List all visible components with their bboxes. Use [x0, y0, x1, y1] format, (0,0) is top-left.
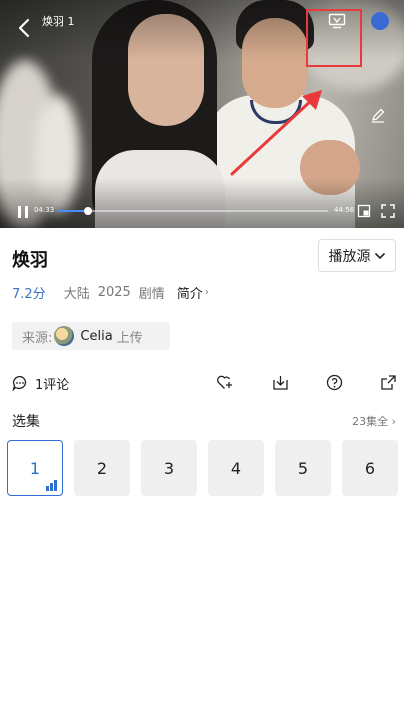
- show-meta: 7.2分 大陆 2025 剧情 简介 ›: [12, 283, 209, 302]
- play-source-dropdown[interactable]: 播放源: [318, 239, 396, 272]
- current-time: 04:33: [34, 206, 55, 214]
- show-title: 焕羽: [12, 250, 48, 271]
- video-player[interactable]: 焕羽 1 04:33 44:56: [0, 0, 404, 228]
- episode-number: 6: [364, 458, 376, 478]
- comment-count[interactable]: 1评论: [35, 374, 69, 393]
- rating: 7.2分: [12, 287, 46, 302]
- chevron-right-icon: ›: [391, 415, 396, 428]
- pip-icon[interactable]: [357, 204, 371, 218]
- intro-link[interactable]: 简介: [177, 283, 203, 302]
- comment-icon[interactable]: [12, 375, 28, 391]
- favorite-icon[interactable]: [216, 374, 233, 391]
- episode-tile[interactable]: 5: [275, 440, 331, 496]
- edit-icon[interactable]: [370, 107, 386, 123]
- progress-bar[interactable]: [58, 207, 328, 215]
- episode-tile[interactable]: 3: [141, 440, 197, 496]
- region: 大陆: [63, 287, 90, 302]
- uploader-chip[interactable]: 来源: Celia 上传: [12, 322, 170, 350]
- uploader-name: Celia: [80, 328, 113, 344]
- now-playing-icon: [46, 480, 57, 491]
- chevron-right-icon: ›: [204, 287, 209, 298]
- profile-icon[interactable]: [371, 12, 389, 30]
- episode-tile[interactable]: 1: [7, 440, 63, 496]
- upload-suffix: 上传: [116, 330, 143, 346]
- avatar: [54, 326, 75, 346]
- play-source-label: 播放源: [328, 248, 371, 265]
- episode-number: 3: [163, 458, 175, 478]
- annotation-highlight-box: [306, 9, 362, 67]
- episodes-total: 23集全: [352, 415, 389, 428]
- pause-icon[interactable]: [16, 205, 30, 219]
- episodes-total-link[interactable]: 23集全 ›: [352, 413, 396, 429]
- help-icon[interactable]: [326, 374, 343, 391]
- progress-knob[interactable]: [83, 207, 92, 215]
- episode-tile[interactable]: 2: [74, 440, 130, 496]
- download-icon[interactable]: [272, 374, 289, 391]
- action-bar: 1评论: [0, 370, 404, 396]
- episode-number: 4: [230, 458, 242, 478]
- source-label: 来源:: [22, 330, 53, 346]
- episode-tile[interactable]: 4: [208, 440, 264, 496]
- year: 2025: [97, 285, 131, 300]
- episodes-heading: 选集: [12, 414, 40, 430]
- episode-list: 1 2 3 4 5 6: [7, 440, 398, 496]
- episode-number: 1: [29, 458, 41, 478]
- episode-tile[interactable]: 6: [342, 440, 398, 496]
- episode-number: 5: [297, 458, 309, 478]
- back-icon[interactable]: [14, 16, 36, 40]
- chevron-down-icon: [374, 252, 385, 259]
- episode-number: 2: [96, 458, 108, 478]
- share-icon[interactable]: [380, 374, 397, 391]
- genre: 剧情: [138, 287, 165, 302]
- fullscreen-icon[interactable]: [381, 204, 395, 218]
- video-title: 焕羽 1: [42, 15, 75, 28]
- total-time: 44:56: [334, 206, 355, 214]
